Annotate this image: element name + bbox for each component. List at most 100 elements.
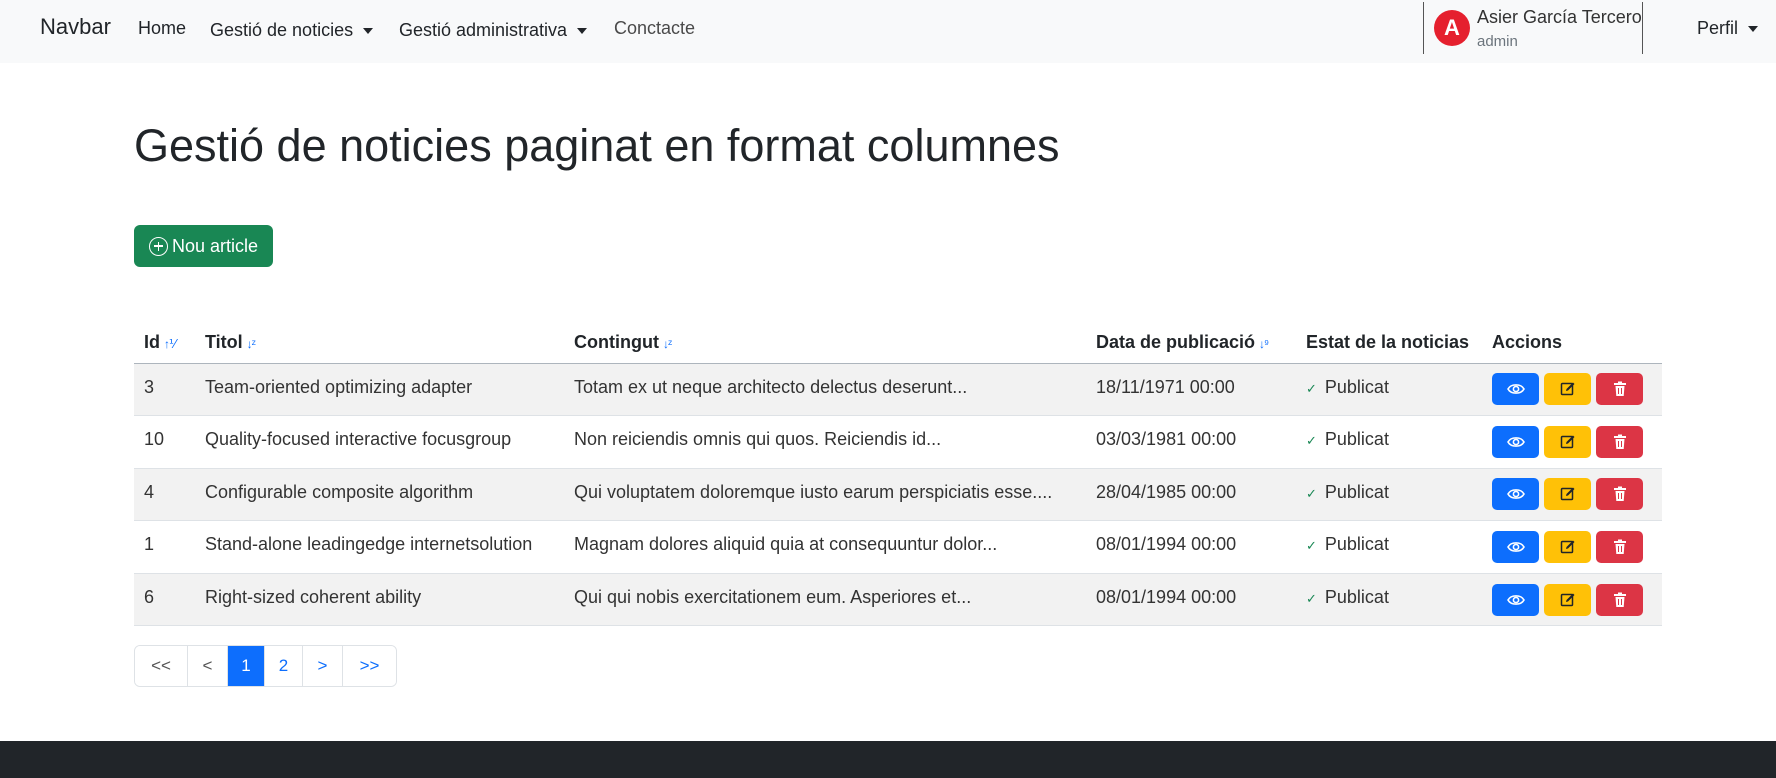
new-article-label: Nou article xyxy=(171,235,259,256)
check-icon: ✓ xyxy=(1306,485,1317,501)
delete-button[interactable] xyxy=(1596,583,1643,616)
sort-alpha-down-icon[interactable]: ↓ᶻ xyxy=(663,337,672,351)
cell-titol: Team-oriented optimizing adapter xyxy=(195,363,564,417)
edit-button[interactable] xyxy=(1544,425,1591,458)
footer xyxy=(0,741,1776,778)
user-name: Asier García Tercero xyxy=(1477,7,1642,27)
edit-button[interactable] xyxy=(1544,583,1591,616)
view-button[interactable] xyxy=(1492,583,1539,616)
header-id-label: Id xyxy=(144,331,160,352)
row-actions xyxy=(1492,373,1652,406)
nav-gestio-administrativa-dropdown[interactable]: Gestió administrativa xyxy=(399,20,588,41)
row-actions xyxy=(1492,583,1652,616)
edit-button[interactable] xyxy=(1544,531,1591,564)
news-table-container: Id ↑⅟ Titol ↓ᶻ Contingut ↓ᶻ Data de publica… xyxy=(134,322,1662,627)
delete-button[interactable] xyxy=(1596,531,1643,564)
cell-estat: ✓ Publicat xyxy=(1296,363,1482,417)
table-row: 6 Right-sized coherent ability Qui qui nob… xyxy=(134,573,1662,627)
cell-data: 03/03/1981 00:00 xyxy=(1086,415,1296,469)
cell-contingut: Non reiciendis omnis qui quos. Reiciendi… xyxy=(564,415,1086,469)
nav-gestio-noticies-label: Gestió de noticies xyxy=(210,20,354,40)
row-actions xyxy=(1492,478,1652,511)
table-body: 3 Team-oriented optimizing adapter Totam e… xyxy=(134,363,1662,627)
header-titol-label: Titol xyxy=(205,331,243,352)
cell-estat: ✓ Publicat xyxy=(1296,415,1482,469)
user-role: admin xyxy=(1477,33,1518,50)
cell-titol: Stand-alone leadingedge internetsolution xyxy=(195,520,564,574)
cell-data: 08/01/1994 00:00 xyxy=(1086,573,1296,627)
header-titol[interactable]: Titol ↓ᶻ xyxy=(195,322,564,364)
perfil-label: Perfil xyxy=(1697,18,1739,38)
cell-titol: Configurable composite algorithm xyxy=(195,468,564,522)
delete-button[interactable] xyxy=(1596,478,1643,511)
caret-down-icon xyxy=(1748,25,1759,32)
status-label: Publicat xyxy=(1324,481,1389,502)
page-prev-button[interactable]: < xyxy=(188,646,228,686)
page-1-button[interactable]: 1 xyxy=(228,646,265,686)
cell-contingut: Magnam dolores aliquid quia at consequun… xyxy=(564,520,1086,574)
sort-numeric-down-icon[interactable]: ↓⁹ xyxy=(1259,337,1269,351)
perfil-dropdown[interactable]: Perfil xyxy=(1697,18,1759,39)
edit-button[interactable] xyxy=(1544,478,1591,511)
delete-button[interactable] xyxy=(1596,425,1643,458)
nav-gestio-noticies-dropdown[interactable]: Gestió de noticies xyxy=(210,20,374,41)
eye-icon xyxy=(1506,540,1525,554)
trash-icon xyxy=(1613,539,1627,555)
eye-icon xyxy=(1506,593,1525,607)
cell-id: 4 xyxy=(134,468,195,522)
page-next-button[interactable]: > xyxy=(303,646,343,686)
header-data[interactable]: Data de publicació ↓⁹ xyxy=(1086,322,1296,364)
page-title: Gestió de noticies paginat en format col… xyxy=(134,120,1060,171)
eye-icon xyxy=(1506,487,1525,501)
sort-numeric-up-icon[interactable]: ↑⅟ xyxy=(164,337,176,351)
cell-estat: ✓ Publicat xyxy=(1296,520,1482,574)
check-icon: ✓ xyxy=(1306,433,1317,449)
cell-contingut: Totam ex ut neque architecto delectus de… xyxy=(564,363,1086,417)
avatar: A xyxy=(1434,10,1470,46)
eye-icon xyxy=(1506,382,1525,396)
nav-gestio-administrativa-label: Gestió administrativa xyxy=(399,20,568,40)
cell-id: 6 xyxy=(134,573,195,627)
header-id[interactable]: Id ↑⅟ xyxy=(134,322,195,364)
eye-icon xyxy=(1506,435,1525,449)
cell-contingut: Qui qui nobis exercitationem eum. Asperi… xyxy=(564,573,1086,627)
header-estat-label: Estat de la noticias xyxy=(1306,331,1470,352)
status-label: Publicat xyxy=(1324,586,1389,607)
nav-contacte-link[interactable]: Conctacte xyxy=(614,18,695,39)
view-button[interactable] xyxy=(1492,425,1539,458)
cell-titol: Quality-focused interactive focusgroup xyxy=(195,415,564,469)
check-icon: ✓ xyxy=(1306,590,1317,606)
sort-alpha-down-icon[interactable]: ↓ᶻ xyxy=(247,337,256,351)
page-2-button[interactable]: 2 xyxy=(265,646,303,686)
delete-button[interactable] xyxy=(1596,373,1643,406)
cell-estat: ✓ Publicat xyxy=(1296,468,1482,522)
view-button[interactable] xyxy=(1492,531,1539,564)
view-button[interactable] xyxy=(1492,373,1539,406)
cell-titol: Right-sized coherent ability xyxy=(195,573,564,627)
header-contingut[interactable]: Contingut ↓ᶻ xyxy=(564,322,1086,364)
edit-icon xyxy=(1560,592,1576,608)
status-label: Publicat xyxy=(1324,429,1389,450)
news-table: Id ↑⅟ Titol ↓ᶻ Contingut ↓ᶻ Data de publica… xyxy=(134,322,1662,627)
edit-icon xyxy=(1560,486,1576,502)
cell-id: 10 xyxy=(134,415,195,469)
view-button[interactable] xyxy=(1492,478,1539,511)
status-label: Publicat xyxy=(1324,534,1389,555)
trash-icon xyxy=(1613,381,1627,397)
page-first-button[interactable]: << xyxy=(135,646,188,686)
edit-button[interactable] xyxy=(1544,373,1591,406)
new-article-button[interactable]: Nou article xyxy=(134,225,273,267)
cell-accions xyxy=(1482,520,1662,574)
cell-data: 08/01/1994 00:00 xyxy=(1086,520,1296,574)
nav-home-link[interactable]: Home xyxy=(138,18,186,39)
table-row: 3 Team-oriented optimizing adapter Totam e… xyxy=(134,363,1662,417)
page-last-button[interactable]: >> xyxy=(343,646,396,686)
header-data-label: Data de publicació xyxy=(1096,331,1256,352)
cell-contingut: Qui voluptatem doloremque iusto earum pe… xyxy=(564,468,1086,522)
navbar-brand[interactable]: Navbar xyxy=(40,14,111,40)
navbar: Navbar Home Gestió de noticies Gestió ad… xyxy=(0,0,1776,63)
status-label: Publicat xyxy=(1324,376,1389,397)
table-row: 1 Stand-alone leadingedge internetsolutio… xyxy=(134,520,1662,574)
cell-data: 18/11/1971 00:00 xyxy=(1086,363,1296,417)
header-accions-label: Accions xyxy=(1492,331,1563,352)
